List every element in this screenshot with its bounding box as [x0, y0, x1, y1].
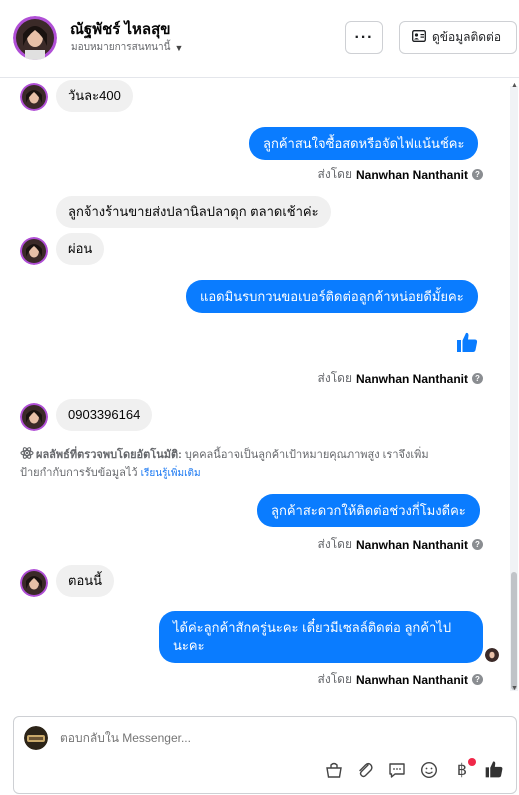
notification-dot — [468, 758, 476, 766]
thumbs-up-icon[interactable] — [484, 759, 504, 779]
incoming-message[interactable]: ผ่อน — [56, 233, 105, 265]
incoming-message[interactable]: วันละ400 — [56, 80, 133, 112]
paperclip-icon[interactable] — [355, 760, 375, 780]
reply-input[interactable] — [60, 728, 360, 748]
outgoing-message-line-1: ได้ค่ะลูกค้าสักครู่นะคะ เดี๋ยวมีเซลล์ติด… — [173, 620, 452, 635]
info-icon[interactable]: ? — [472, 373, 483, 384]
sent-by-name[interactable]: Nanwhan Nanthanit — [356, 538, 468, 552]
sent-by-prefix: ส่งโดย — [317, 371, 352, 385]
info-icon[interactable]: ? — [472, 539, 483, 550]
incoming-message[interactable]: ตอนนี้ — [56, 565, 115, 597]
outgoing-message[interactable]: ได้ค่ะลูกค้าสักครู่นะคะ เดี๋ยวมีเซลล์ติด… — [159, 611, 483, 663]
seen-avatar — [485, 648, 499, 662]
page-avatar — [24, 726, 48, 750]
smiley-icon[interactable] — [419, 760, 439, 780]
more-options-label: ··· — [354, 28, 374, 46]
outgoing-message[interactable]: ลูกค้าสนใจซื้อสดหรือจัดไฟแน้นช์คะ — [249, 127, 479, 160]
contact-name[interactable]: ณัฐพัชร์ ไหลสุข — [70, 17, 171, 41]
sent-by-name[interactable]: Nanwhan Nanthanit — [356, 673, 468, 687]
auto-detected-text-1: บุคคลนี้อาจเป็นลูกค้าเป้าหมายคุณภาพสูง เ… — [181, 449, 429, 461]
incoming-message[interactable]: ลูกจ้างร้านขายส่งปลานิลปลาดุก ตลาดเช้าค่… — [56, 196, 331, 228]
incoming-message[interactable]: 0903396164 — [56, 399, 153, 431]
sent-by-line: ส่งโดย Nanwhan Nanthanit ? — [318, 670, 483, 689]
view-contact-button[interactable]: ดูข้อมูลติดต่อ — [399, 21, 517, 54]
thread-scrollbar-thumb[interactable] — [511, 572, 517, 690]
shopping-basket-icon[interactable] — [324, 760, 344, 780]
contact-avatar-small — [20, 569, 48, 597]
contact-avatar[interactable] — [13, 16, 57, 60]
chat-bubble-icon[interactable] — [387, 760, 407, 780]
scroll-down-arrow-icon[interactable]: ▼ — [511, 685, 518, 692]
caret-down-icon: ▼ — [174, 42, 184, 53]
thumbs-up-icon[interactable] — [455, 330, 479, 359]
learn-more-link[interactable]: เรียนรู้เพิ่มเติม — [141, 468, 201, 479]
info-icon[interactable]: ? — [472, 169, 483, 180]
more-options-button[interactable]: ··· — [345, 21, 383, 54]
sent-by-line: ส่งโดย Nanwhan Nanthanit ? — [318, 369, 483, 388]
scroll-up-arrow-icon[interactable]: ▲ — [511, 82, 518, 89]
auto-detected-label: ผลลัพธ์ที่ตรวจพบโดยอัตโนมัติ: — [36, 449, 182, 461]
reply-composer — [13, 716, 517, 794]
contact-avatar-small — [20, 403, 48, 431]
assign-conversation-dropdown[interactable]: มอบหมายการสนทนานี้ ▼ — [71, 40, 183, 55]
info-icon[interactable]: ? — [472, 674, 483, 685]
outgoing-message[interactable]: ลูกค้าสะดวกให้ติดต่อช่วงกี่โมงดีคะ — [257, 494, 480, 527]
conversation-header: ณัฐพัชร์ ไหลสุข มอบหมายการสนทนานี้ ▼ ···… — [0, 0, 519, 78]
assign-conversation-label: มอบหมายการสนทนานี้ — [71, 42, 171, 53]
sent-by-prefix: ส่งโดย — [317, 537, 352, 551]
contact-card-icon — [412, 30, 426, 45]
outgoing-message-line-2: นะคะ — [173, 638, 205, 653]
view-contact-label: ดูข้อมูลติดต่อ — [432, 30, 502, 44]
contact-avatar-small — [20, 83, 48, 111]
auto-detected-text-2: ป้ายกำกับการรับข้อมูลไว้ — [20, 467, 141, 479]
atom-icon — [20, 446, 34, 465]
sent-by-line: ส่งโดย Nanwhan Nanthanit ? — [318, 165, 483, 184]
contact-avatar-small — [20, 237, 48, 265]
sent-by-prefix: ส่งโดย — [317, 672, 352, 686]
sent-by-name[interactable]: Nanwhan Nanthanit — [356, 372, 468, 386]
sent-by-name[interactable]: Nanwhan Nanthanit — [356, 168, 468, 182]
outgoing-message[interactable]: แอดมินรบกวนขอเบอร์ติดต่อลูกค้าหน่อยดีมั้… — [186, 280, 478, 313]
sent-by-line: ส่งโดย Nanwhan Nanthanit ? — [318, 535, 483, 554]
auto-detected-lead-note: ผลลัพธ์ที่ตรวจพบโดยอัตโนมัติ: บุคคลนี้อา… — [20, 446, 490, 482]
sent-by-prefix: ส่งโดย — [317, 167, 352, 181]
